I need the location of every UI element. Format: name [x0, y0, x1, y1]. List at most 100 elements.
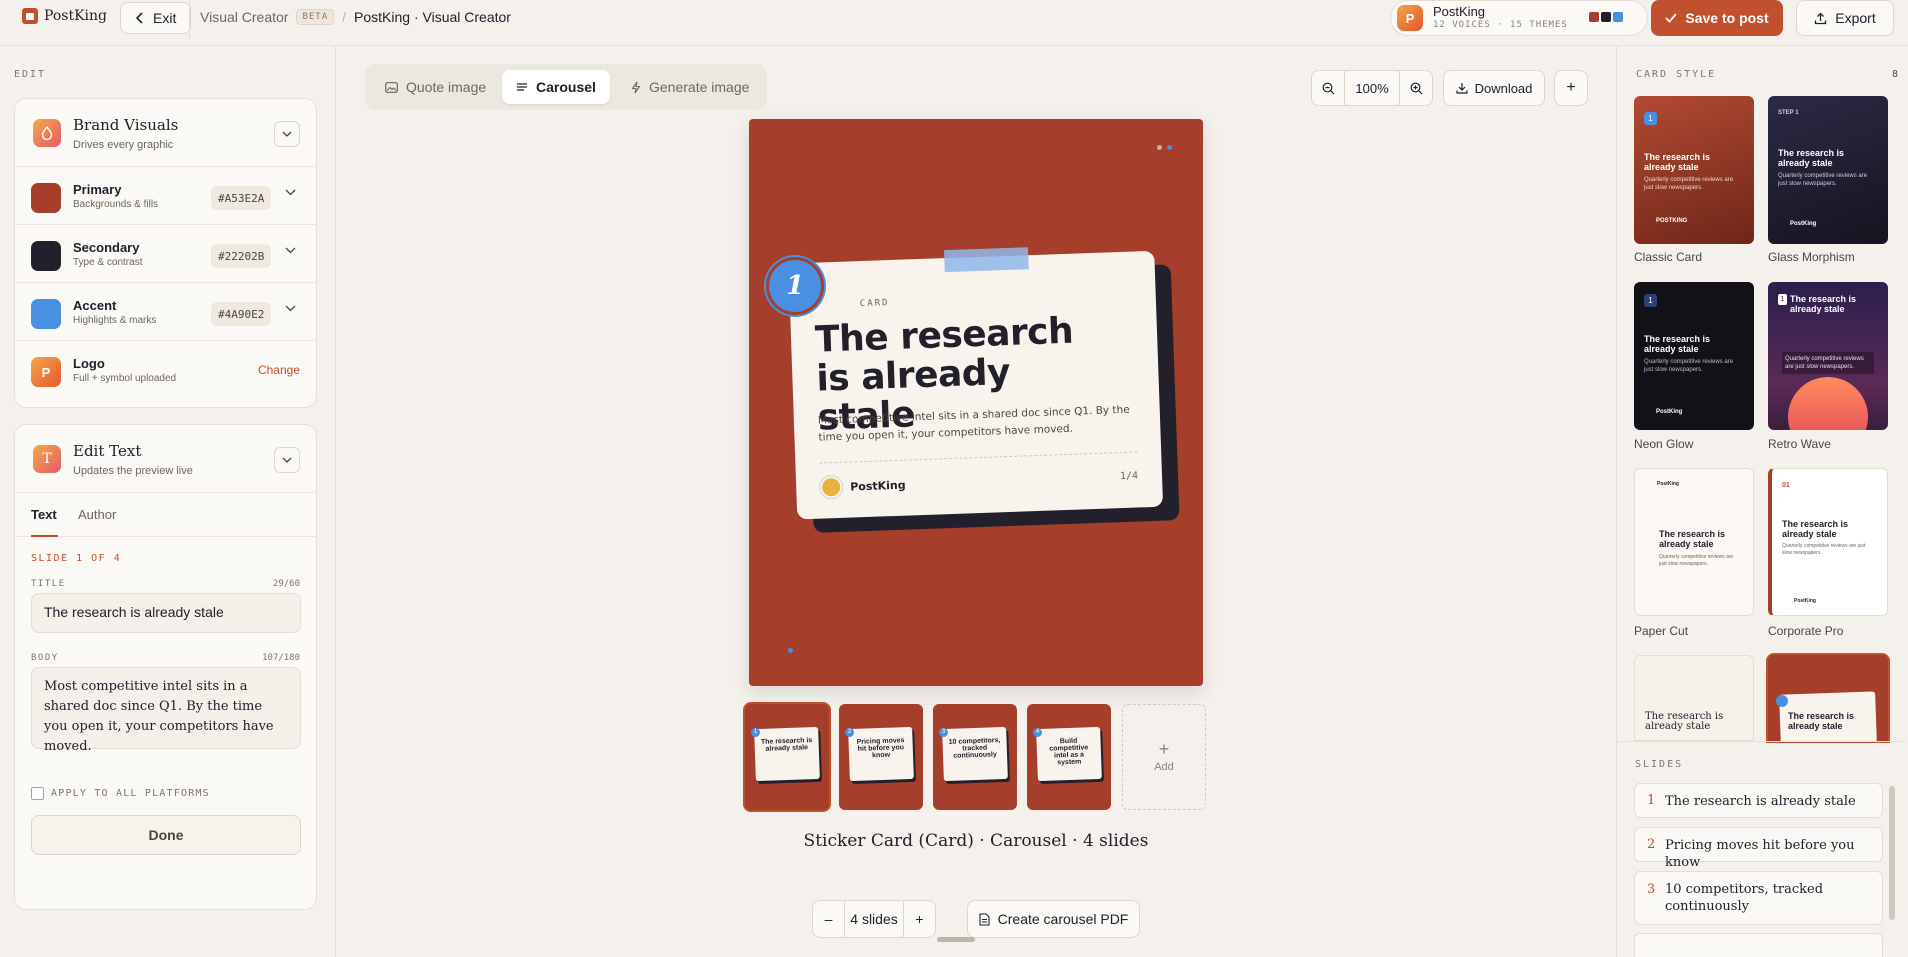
check-icon	[1665, 13, 1678, 23]
chevron-down-icon	[282, 131, 292, 137]
edit-text-subtitle: Updates the preview live	[73, 465, 193, 477]
style-preview-title: The research is already stale	[1644, 152, 1711, 172]
slide-thumb-3[interactable]: 10 competitors, tracked continuously 3	[933, 704, 1017, 810]
style-editorial[interactable]: The research is already stale	[1634, 655, 1754, 741]
color-row-secondary[interactable]: Secondary Type & contrast #22202B	[15, 225, 316, 283]
slide-preview[interactable]: CARD The research is already stale Most …	[749, 119, 1203, 686]
tab-generate-image[interactable]: Generate image	[617, 70, 763, 104]
primary-swatch[interactable]	[31, 183, 61, 213]
brand-visuals-header[interactable]: Brand Visuals Drives every graphic	[15, 99, 316, 167]
brand-switcher[interactable]: P PostKing 12 VOICES · 15 THEMES	[1390, 0, 1648, 36]
breadcrumb-current: PostKing · Visual Creator	[354, 9, 511, 25]
edit-text-header[interactable]: T Edit Text Updates the preview live	[15, 425, 316, 493]
slide-number: 2	[1647, 837, 1656, 852]
tab-text[interactable]: Text	[31, 507, 57, 522]
preview-caption: Sticker Card (Card) · Carousel · 4 slide…	[803, 831, 1149, 851]
tab-carousel[interactable]: Carousel	[502, 70, 610, 104]
style-glass-morphism[interactable]: STEP 1 The research is already stale Qua…	[1768, 96, 1888, 244]
style-sticker-card[interactable]: The research is already stale	[1768, 655, 1888, 741]
slide-number-badge: 1	[766, 257, 824, 315]
slide-thumb-1[interactable]: The research is already stale 1	[745, 704, 829, 810]
style-preview-brand: PostKing	[1657, 481, 1679, 487]
app-logo[interactable]: PostKing	[22, 8, 107, 24]
brand-swatch-primary	[1589, 12, 1599, 22]
tab-quote-image[interactable]: Quote image	[371, 70, 500, 104]
image-icon	[385, 81, 398, 93]
thumb-card: Pricing moves hit before you know	[848, 726, 914, 782]
style-name: Glass Morphism	[1768, 250, 1855, 264]
tab-label: Generate image	[649, 79, 750, 95]
breadcrumb-section[interactable]: Visual Creator	[200, 9, 288, 25]
hex-value[interactable]: #4A90E2	[211, 302, 272, 326]
slide-list-item-2[interactable]: 2 Pricing moves hit before you know	[1634, 827, 1883, 870]
accent-swatch[interactable]	[31, 299, 61, 329]
apply-all-label: APPLY TO ALL PLATFORMS	[51, 788, 210, 799]
horizontal-scroll-handle[interactable]	[937, 937, 975, 942]
card-author: PostKing	[850, 478, 906, 494]
title-input[interactable]: The research is already stale	[31, 593, 301, 633]
collapse-button[interactable]	[274, 447, 300, 473]
logo-thumb: P	[31, 357, 61, 387]
decor-dot	[788, 648, 793, 653]
style-retro-wave[interactable]: The research is already stale Quarterly …	[1768, 282, 1888, 430]
thumb-badge: 1	[751, 728, 760, 737]
left-panel: EDIT Brand Visuals Drives every graphic …	[0, 46, 336, 957]
hex-value[interactable]: #A53E2A	[211, 186, 272, 210]
thumb-badge: 4	[1033, 728, 1042, 737]
crown-icon	[22, 8, 38, 24]
chevron-left-icon	[135, 12, 143, 24]
style-name: Neon Glow	[1634, 437, 1694, 451]
color-desc: Backgrounds & fills	[73, 199, 159, 210]
chevron-down-icon[interactable]	[285, 189, 296, 196]
mode-switcher: Quote image Carousel Generate image	[365, 64, 767, 110]
document-icon	[979, 912, 990, 926]
color-row-primary[interactable]: Primary Backgrounds & fills #A53E2A	[15, 167, 316, 225]
style-name: Retro Wave	[1768, 437, 1831, 451]
increment-slides-button[interactable]: +	[903, 901, 935, 937]
card-page: 1/4	[1119, 470, 1139, 483]
chevron-down-icon[interactable]	[285, 247, 296, 254]
style-corporate-pro[interactable]: 01 The research is already stale Quarter…	[1768, 468, 1888, 616]
style-paper-cut[interactable]: PostKing The research is already stale Q…	[1634, 468, 1754, 616]
add-slide-button[interactable]: + Add	[1122, 704, 1206, 810]
zoom-level[interactable]: 100%	[1344, 70, 1400, 106]
style-preview-body: Quarterly competitive reviews are just s…	[1782, 543, 1866, 556]
secondary-swatch[interactable]	[31, 241, 61, 271]
change-logo-link[interactable]: Change	[258, 363, 300, 377]
card-style-count: 8	[1891, 69, 1898, 80]
style-preview-body: Quarterly competitive reviews are just s…	[1644, 177, 1734, 191]
vertical-scrollbar[interactable]	[1889, 786, 1895, 920]
more-button[interactable]: +	[1554, 70, 1588, 106]
save-to-post-button[interactable]: Save to post	[1651, 0, 1783, 36]
zoom-in-button[interactable]	[1399, 70, 1433, 106]
create-pdf-button[interactable]: Create carousel PDF	[967, 900, 1140, 938]
exit-button[interactable]: Exit	[120, 2, 192, 34]
chevron-down-icon[interactable]	[285, 305, 296, 312]
thumb-title: 10 competitors, tracked continuously	[948, 737, 1001, 760]
slide-count-stepper: – 4 slides +	[812, 900, 936, 938]
brand-stats: 12 VOICES · 15 THEMES	[1433, 20, 1568, 30]
slide-list-item-3[interactable]: 3 10 competitors, tracked continuously	[1634, 871, 1883, 925]
tab-author[interactable]: Author	[78, 507, 116, 522]
breadcrumb: Visual Creator BETA / PostKing · Visual …	[200, 9, 511, 25]
slide-list-item-4[interactable]	[1634, 933, 1883, 957]
style-classic-card[interactable]: 1 The research is already stale Quarterl…	[1634, 96, 1754, 244]
slide-thumb-2[interactable]: Pricing moves hit before you know 2	[839, 704, 923, 810]
zoom-out-button[interactable]	[1311, 70, 1345, 106]
export-button[interactable]: Export	[1796, 0, 1894, 36]
apply-all-checkbox[interactable]	[31, 787, 44, 800]
download-button[interactable]: Download	[1443, 70, 1545, 106]
decrement-slides-button[interactable]: –	[813, 901, 845, 937]
slide-thumb-4[interactable]: Build competitive intel as a system 4	[1027, 704, 1111, 810]
color-row-accent[interactable]: Accent Highlights & marks #4A90E2	[15, 283, 316, 341]
done-button[interactable]: Done	[31, 815, 301, 855]
body-textarea[interactable]: Most competitive intel sits in a shared …	[31, 667, 301, 754]
slide-list-item-1[interactable]: 1 The research is already stale	[1634, 783, 1883, 818]
hex-value[interactable]: #22202B	[211, 244, 272, 268]
tab-label: Quote image	[406, 79, 487, 95]
top-bar: PostKing Exit Visual Creator BETA / Post…	[0, 0, 1908, 46]
thumb-badge: 3	[939, 728, 948, 737]
style-neon-glow[interactable]: 1 The research is already stale Quarterl…	[1634, 282, 1754, 430]
style-name: Classic Card	[1634, 250, 1703, 264]
collapse-button[interactable]	[274, 121, 300, 147]
